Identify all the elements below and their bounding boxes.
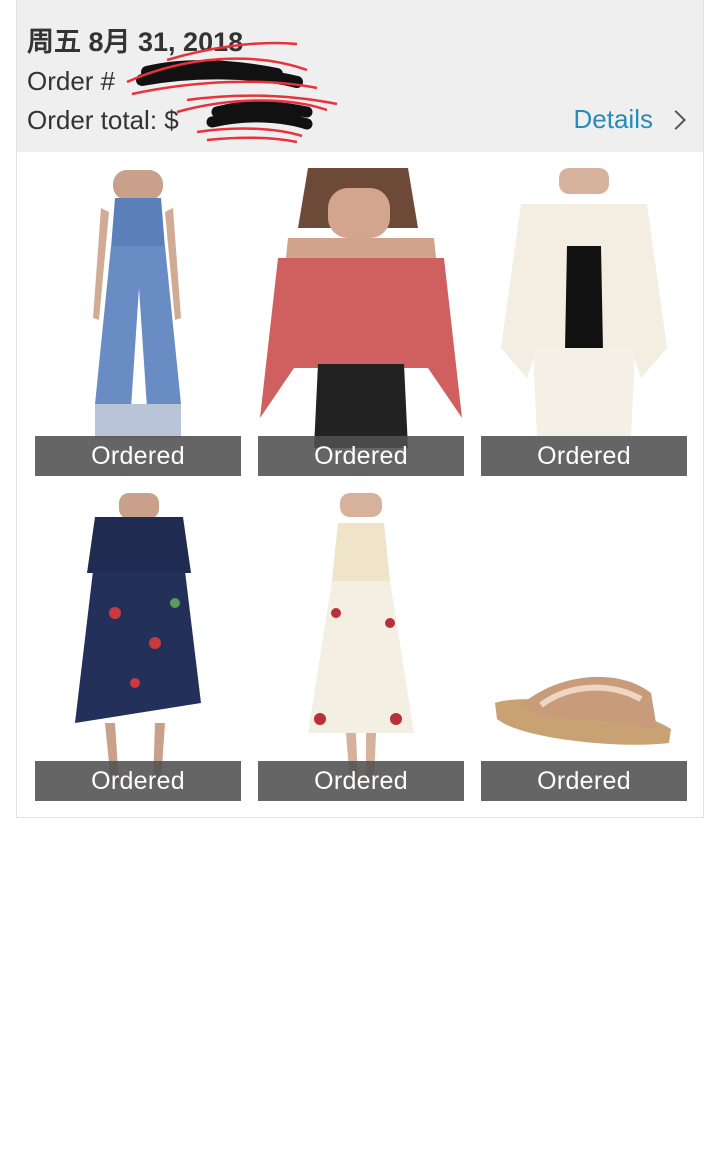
status-badge: Ordered [35,761,241,801]
order-header: 周五 8月 31, 2018 Order # Order total: $ De… [17,0,703,152]
item-tile[interactable]: Ordered [481,493,687,801]
product-image [93,170,181,438]
product-image [501,168,667,438]
status-badge: Ordered [481,761,687,801]
order-number-label: Order # [27,66,116,96]
product-image [260,168,462,448]
status-badge: Ordered [35,436,241,476]
item-tile[interactable]: Ordered [481,168,687,476]
redaction-scribble [126,41,338,144]
details-link[interactable]: Details [574,104,686,135]
item-tile[interactable]: Ordered [258,493,464,801]
product-image [495,676,671,745]
product-image [308,493,414,783]
item-tile[interactable]: Ordered [35,168,241,476]
status-badge: Ordered [258,436,464,476]
product-image [75,493,201,783]
status-badge: Ordered [481,436,687,476]
item-tile[interactable]: Ordered [35,493,241,801]
chevron-right-icon [666,109,686,130]
details-label[interactable]: Details [574,104,653,135]
item-tile[interactable]: Ordered [258,168,464,476]
order-card: 周五 8月 31, 2018 Order # Order total: $ De… [16,0,704,818]
status-badge: Ordered [258,761,464,801]
